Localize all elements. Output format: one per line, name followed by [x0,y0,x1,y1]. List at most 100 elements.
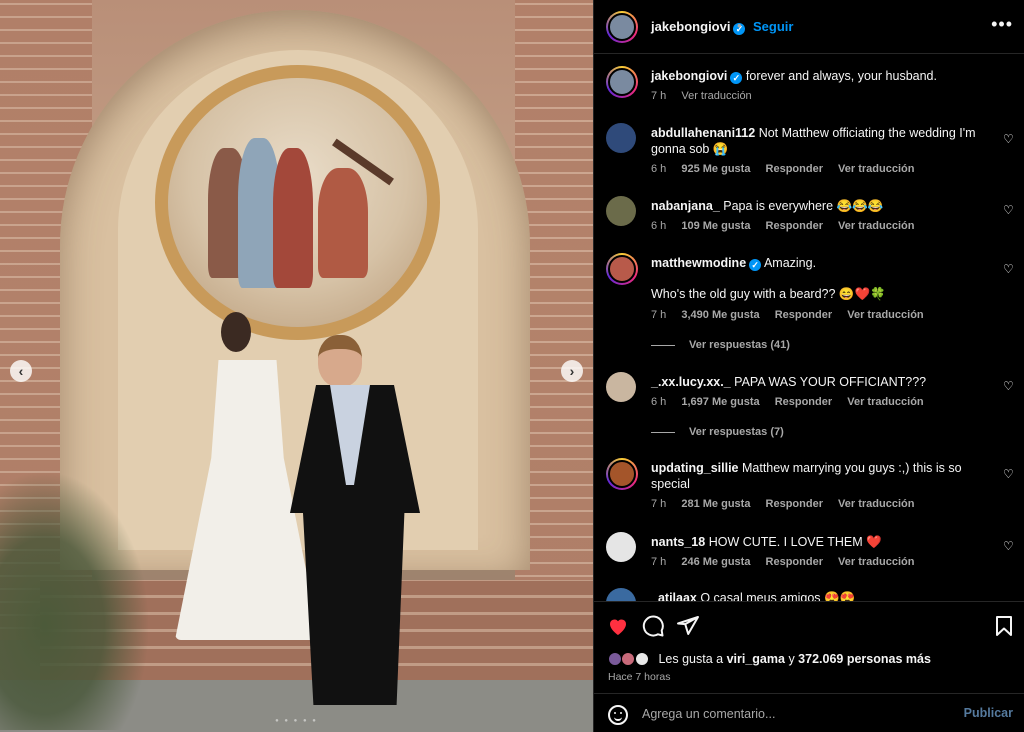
comment-text: matthewmodine ✓ Amazing. [651,255,991,271]
reply-button[interactable]: Responder [766,498,823,510]
commenter-avatar[interactable] [606,458,638,490]
comment-meta: 6 h 925 Me gusta Responder Ver traducció… [651,163,926,175]
commenter-avatar[interactable] [606,196,636,226]
reply-button[interactable]: Responder [766,220,823,232]
comment-username[interactable]: abdullahenani112 [651,126,755,140]
comment-username[interactable]: matthewmodine [651,256,746,270]
view-replies-button[interactable]: Ver respuestas (7) [651,426,784,438]
like-comment-icon[interactable]: ♡ [1003,468,1015,480]
header-separator: • [737,18,742,33]
comment-likes[interactable]: 281 Me gusta [681,498,750,510]
caption-text: jakebongiovi ✓ forever and always, your h… [651,68,991,84]
carousel-dots: ● ● ● ● ● [275,718,318,724]
comment-composer: Publicar [594,693,1024,732]
comment-time[interactable]: 6 h [651,220,666,232]
verified-badge-icon: ✓ [730,72,743,84]
comment-body: HOW CUTE. I LOVE THEM ❤️ [708,535,882,549]
post-side-panel: jakebongiovi ✓ • Seguir ••• jakebongiovi ✓… [593,0,1024,732]
liker-avatar [634,652,649,666]
like-comment-icon[interactable]: ♡ [1003,133,1015,145]
commenter-avatar[interactable] [606,253,638,285]
likes-prefix: Les gusta a [658,652,724,666]
comment-time[interactable]: 7 h [651,556,666,568]
previous-photo-button[interactable]: ‹ [10,360,32,382]
verified-badge-icon: ✓ [749,259,762,271]
comment-meta: 7 h 3,490 Me gusta Responder Ver traducc… [651,309,936,321]
caption-time[interactable]: 7 h [651,90,666,102]
bride-head [221,312,251,352]
comment-likes[interactable]: 246 Me gusta [681,556,750,568]
emoji-icon[interactable] [608,705,628,725]
post-caption: jakebongiovi ✓ forever and always, your h… [594,66,1024,116]
comment-text: _.xx.lucy.xx._ PAPA WAS YOUR OFFICIANT??… [651,374,991,390]
comment-time[interactable]: 6 h [651,163,666,175]
comments-list[interactable]: jakebongiovi ✓ forever and always, your h… [594,54,1024,601]
comment-meta: 6 h 1,697 Me gusta Responder Ver traducc… [651,396,936,408]
like-comment-icon[interactable]: ♡ [1003,540,1015,552]
groom-head [318,335,362,387]
comment-body: O casal meus amigos 😍😍 [700,591,856,601]
comment-meta: 7 h 281 Me gusta Responder Ver traducció… [651,498,926,510]
comment-time[interactable]: 6 h [651,396,666,408]
comment-meta: 7 h 246 Me gusta Responder Ver traducció… [651,556,926,568]
liker-username[interactable]: viri_gama [727,652,785,666]
comment-username[interactable]: nabanjana_ [651,199,720,213]
like-comment-icon[interactable]: ♡ [1003,263,1015,275]
liker-avatar [621,652,636,666]
comment-username[interactable]: _.xx.lucy.xx._ [651,375,731,389]
translate-link[interactable]: Ver traducción [838,556,914,568]
reply-button[interactable]: Responder [775,396,832,408]
follow-button[interactable]: Seguir [753,19,793,34]
liker-avatar [608,652,622,666]
post-time[interactable]: Hace 7 horas [608,671,670,683]
next-photo-button[interactable]: › [561,360,583,382]
caption-avatar[interactable] [606,66,638,98]
post-actions: Les gusta a viri_gama y 372.069 personas… [594,601,1024,693]
save-bookmark-icon[interactable] [992,614,1016,638]
comment-text: _atilaax O casal meus amigos 😍😍 [651,590,991,601]
author-username-text[interactable]: jakebongiovi [651,19,730,34]
comment-text: nabanjana_ Papa is everywhere 😂😂😂 [651,198,991,214]
comment-username[interactable]: updating_sillie [651,461,739,475]
commenter-avatar[interactable] [606,372,636,402]
liked-heart-icon[interactable] [606,614,630,638]
more-options-icon[interactable]: ••• [991,14,1013,35]
translate-link[interactable]: Ver traducción [847,396,923,408]
translate-link[interactable]: Ver traducción [838,498,914,510]
comment-username[interactable]: _atilaax [651,591,697,601]
likes-count[interactable]: 372.069 personas más [798,652,931,666]
commenter-avatar[interactable] [606,588,636,601]
likes-summary[interactable]: Les gusta a viri_gama y 372.069 personas… [608,652,931,666]
translate-link[interactable]: Ver traducción [838,220,914,232]
translate-link[interactable]: Ver traducción [838,163,914,175]
publish-button[interactable]: Publicar [964,706,1013,720]
like-comment-icon[interactable]: ♡ [1003,204,1015,216]
commenter-avatar[interactable] [606,123,636,153]
comment-likes[interactable]: 1,697 Me gusta [681,396,759,408]
translate-link[interactable]: Ver traducción [847,309,923,321]
view-replies-button[interactable]: Ver respuestas (41) [651,339,790,351]
comment-meta: 6 h 109 Me gusta Responder Ver traducció… [651,220,926,232]
comment-likes[interactable]: 109 Me gusta [681,220,750,232]
share-icon[interactable] [676,614,700,638]
caption-translate-link[interactable]: Ver traducción [681,90,751,102]
comment-input[interactable] [642,704,942,724]
comment-time[interactable]: 7 h [651,498,666,510]
comment-body: Papa is everywhere 😂😂😂 [723,199,884,213]
like-comment-icon[interactable]: ♡ [1003,380,1015,392]
caption-body: forever and always, your husband. [745,69,937,83]
reply-button[interactable]: Responder [766,556,823,568]
reply-button[interactable]: Responder [766,163,823,175]
comment-time[interactable]: 7 h [651,309,666,321]
author-avatar[interactable] [606,11,638,43]
commenter-avatar[interactable] [606,532,636,562]
author-username[interactable]: jakebongiovi ✓ [651,19,746,35]
reply-button[interactable]: Responder [775,309,832,321]
post-photo[interactable]: ‹ › ● ● ● ● ● [0,0,593,732]
comment-likes[interactable]: 3,490 Me gusta [681,309,759,321]
caption-username[interactable]: jakebongiovi [651,69,727,83]
fresco-painting [168,78,427,327]
comment-likes[interactable]: 925 Me gusta [681,163,750,175]
comment-icon[interactable] [641,614,665,638]
comment-username[interactable]: nants_18 [651,535,705,549]
